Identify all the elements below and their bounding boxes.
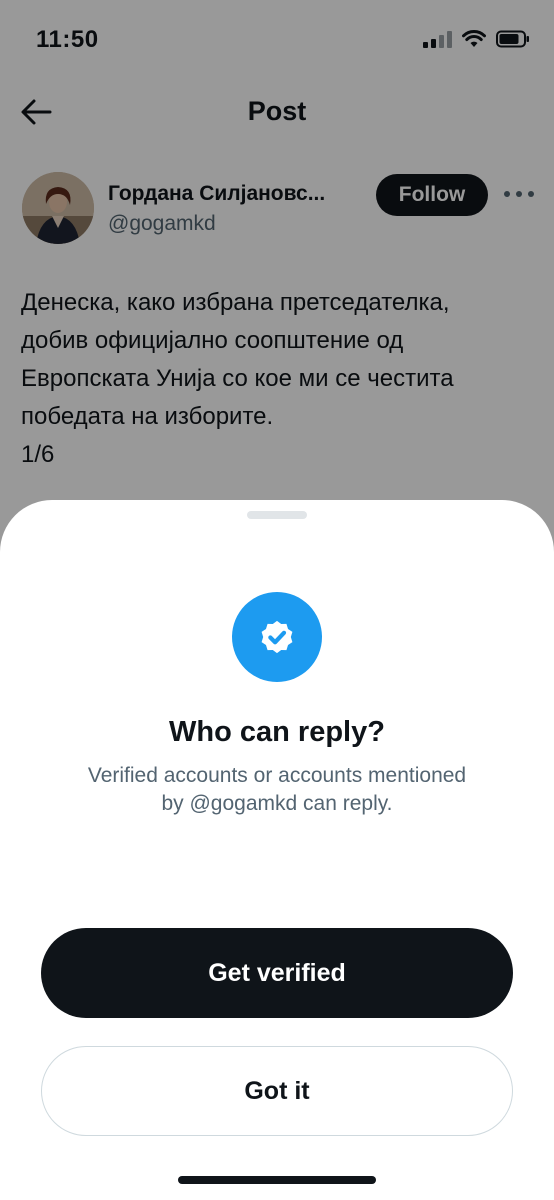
post-screen: 11:50 Post Гордана Силјановс... @gogamkd…: [0, 0, 554, 1200]
home-indicator[interactable]: [178, 1176, 376, 1184]
sheet-description: Verified accounts or accounts mentioned …: [40, 762, 514, 818]
sheet-drag-handle[interactable]: [247, 511, 307, 519]
get-verified-button[interactable]: Get verified: [41, 928, 513, 1018]
sheet-description-line: Verified accounts or accounts mentioned: [87, 764, 467, 787]
sheet-title: Who can reply?: [169, 716, 385, 748]
got-it-button[interactable]: Got it: [41, 1046, 513, 1136]
sheet-description-line: by @gogamkd can reply.: [161, 792, 393, 815]
who-can-reply-sheet: Who can reply? Verified accounts or acco…: [0, 500, 554, 1200]
verified-badge-icon: [232, 592, 322, 682]
